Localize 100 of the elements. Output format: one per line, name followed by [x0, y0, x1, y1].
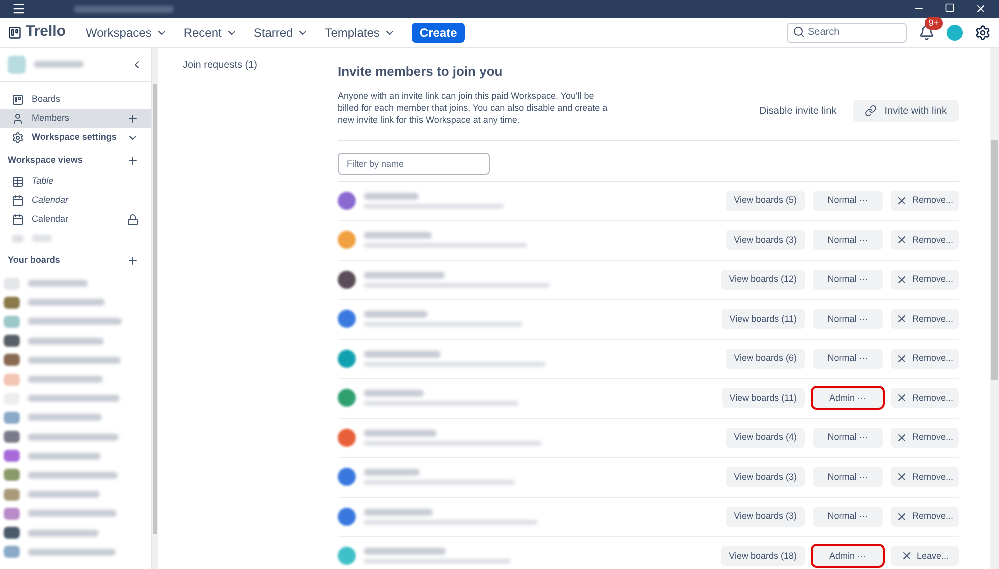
- remove-button[interactable]: Remove...: [891, 230, 959, 250]
- board-thumbnail[interactable]: [4, 354, 20, 366]
- redacted-text: [364, 311, 428, 318]
- search-field[interactable]: Search: [787, 22, 907, 43]
- remove-button[interactable]: Remove...: [891, 428, 959, 448]
- board-thumbnail[interactable]: [4, 316, 20, 328]
- menu-icon[interactable]: [12, 2, 26, 16]
- view-boards-button[interactable]: View boards (12): [721, 270, 805, 290]
- close-icon: [896, 510, 908, 523]
- sidebar-label: Table: [32, 174, 54, 188]
- role-button[interactable]: Normal ···: [813, 230, 883, 250]
- board-thumbnail[interactable]: [4, 546, 20, 558]
- nav-menu[interactable]: Recent: [176, 24, 246, 42]
- notification-icon[interactable]: [919, 24, 935, 40]
- view-boards-button[interactable]: View boards (3): [726, 467, 805, 488]
- sidebar-item[interactable]: Table: [0, 172, 151, 191]
- view-boards-button[interactable]: View boards (11): [722, 388, 805, 408]
- view-boards-button[interactable]: View boards (11): [722, 309, 805, 330]
- role-button[interactable]: Normal ···: [813, 467, 883, 488]
- redacted-text: [28, 491, 100, 498]
- sidebar-item[interactable]: Workspace settings: [0, 128, 151, 147]
- sidebar-label: Members: [32, 112, 70, 125]
- board-thumbnail[interactable]: [4, 469, 20, 482]
- nav-menu[interactable]: Templates: [317, 24, 404, 42]
- role-button[interactable]: Normal ···: [813, 428, 883, 448]
- role-button[interactable]: Admin ···: [813, 388, 883, 408]
- disable-invite-link[interactable]: Disable invite link: [751, 100, 845, 122]
- sidebar-label: Calendar: [32, 194, 69, 207]
- gear-icon: [12, 132, 24, 144]
- invite-with-link-button[interactable]: Invite with link: [852, 100, 959, 122]
- view-boards-button[interactable]: View boards (3): [726, 230, 805, 250]
- view-boards-button[interactable]: View boards (3): [726, 506, 805, 527]
- sidebar-item[interactable]: Members: [0, 109, 151, 128]
- redacted-text: [32, 235, 52, 242]
- section-heading: Your boards: [8, 254, 60, 268]
- board-thumbnail[interactable]: [4, 278, 20, 290]
- remove-button[interactable]: Remove...: [891, 309, 959, 330]
- sidebar-item[interactable]: Boards: [0, 90, 151, 109]
- redacted-text: [28, 280, 88, 288]
- role-button[interactable]: Normal ···: [813, 506, 883, 527]
- sidebar-item[interactable]: Calendar: [0, 191, 151, 210]
- remove-button[interactable]: Remove...: [891, 506, 959, 527]
- remove-button[interactable]: Remove...: [891, 388, 959, 408]
- remove-button[interactable]: Remove...: [891, 270, 959, 290]
- close-icon[interactable]: [975, 3, 987, 15]
- close-icon: [900, 550, 913, 562]
- filter-field[interactable]: Filter by name: [338, 152, 490, 174]
- close-icon: [896, 471, 908, 484]
- scrollbar[interactable]: [990, 48, 999, 569]
- section-title: Invite members to join you: [338, 63, 504, 81]
- logo[interactable]: Trello: [26, 21, 66, 44]
- join-requests-tab[interactable]: Join requests (1): [183, 60, 258, 71]
- avatar[interactable]: [947, 24, 963, 40]
- table-icon: [12, 176, 24, 188]
- board-thumbnail[interactable]: [4, 488, 20, 501]
- maximize-icon[interactable]: [945, 3, 955, 13]
- board-thumbnail[interactable]: [4, 374, 20, 386]
- sidebar-label: Workspace settings: [32, 130, 117, 144]
- add-icon[interactable]: [127, 154, 139, 166]
- redacted-text: [364, 232, 432, 240]
- settings-icon[interactable]: [975, 24, 991, 40]
- invite-description: Anyone with an invite link can join this paid Workspace. You'll be billed for each member that joins. You can also disable and create a new invite link for this Workspace at any time.: [338, 90, 608, 126]
- view-boards-button[interactable]: View boards (5): [726, 190, 805, 211]
- board-thumbnail[interactable]: [4, 335, 20, 348]
- board-thumbnail[interactable]: [4, 527, 20, 540]
- nav-menu[interactable]: Starred: [246, 24, 318, 42]
- person-icon: [12, 112, 24, 124]
- view-boards-button[interactable]: View boards (6): [726, 348, 805, 369]
- view-boards-button[interactable]: View boards (18): [721, 546, 805, 566]
- close-icon: [896, 274, 908, 286]
- board-thumbnail[interactable]: [4, 431, 20, 444]
- role-button[interactable]: Normal ···: [813, 270, 883, 290]
- add-icon[interactable]: [127, 112, 139, 124]
- view-boards-button[interactable]: View boards (4): [726, 428, 805, 448]
- role-button[interactable]: Normal ···: [813, 348, 883, 369]
- create-button[interactable]: Create: [412, 22, 466, 42]
- nav-menu[interactable]: Workspaces: [78, 24, 176, 42]
- close-icon: [896, 352, 908, 365]
- role-button[interactable]: Normal ···: [813, 309, 883, 330]
- remove-button[interactable]: Remove...: [891, 190, 959, 211]
- board-thumbnail[interactable]: [4, 508, 20, 520]
- calendar-icon: [12, 194, 24, 206]
- board-thumbnail[interactable]: [4, 412, 20, 424]
- close-icon: [896, 194, 908, 207]
- remove-button[interactable]: Leave...: [891, 546, 959, 566]
- add-icon[interactable]: [127, 255, 139, 267]
- section-heading: Workspace views: [8, 154, 83, 167]
- remove-button[interactable]: Remove...: [891, 348, 959, 369]
- search-icon: [793, 26, 805, 38]
- board-thumbnail[interactable]: [4, 296, 20, 309]
- sidebar-item[interactable]: Calendar: [0, 210, 151, 229]
- workspace-logo: [8, 56, 26, 74]
- scrollbar[interactable]: [152, 48, 158, 569]
- board-icon: [12, 94, 24, 106]
- sidebar-label: Calendar: [32, 212, 69, 226]
- role-button[interactable]: Admin ···: [813, 546, 883, 566]
- remove-button[interactable]: Remove...: [891, 467, 959, 488]
- board-thumbnail[interactable]: [4, 450, 20, 462]
- close-icon: [896, 313, 908, 326]
- role-button[interactable]: Normal ···: [813, 190, 883, 211]
